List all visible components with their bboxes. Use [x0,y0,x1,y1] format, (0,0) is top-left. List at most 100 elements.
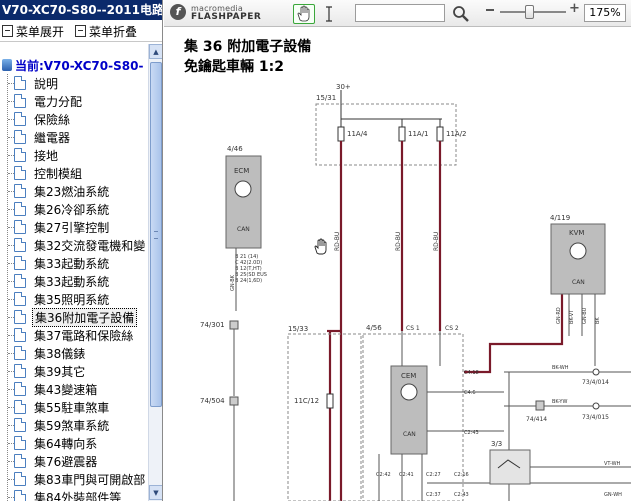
tree-item-label: 集83車門與可開啟部 [34,472,146,487]
fuse-11a4-label: 11A/4 [347,130,368,138]
tree-item-label: 接地 [34,148,59,163]
tree-root[interactable]: 当前:V70-XC70-S80- [2,56,143,74]
wiring-schematic: 30+ 15/31 11A/4 11A/1 11A/2 RD-BU RD-BU … [200,83,631,501]
tree-item[interactable]: 集37電路和保險絲 [14,326,135,344]
document-icon [14,436,26,450]
gn-wh-label: GN-WH [604,492,622,498]
tree-item[interactable]: 集23燃油系統 [14,182,111,200]
tree-item[interactable]: 集27引擎控制 [14,218,111,236]
collapse-menu-button[interactable]: 菜单折叠 [75,22,137,40]
fuse-box-outline [315,103,457,166]
device-11c12-outline [287,333,362,501]
kvm-ref-label: 4/119 [550,214,570,222]
tree-item[interactable]: 集83車門與可開啟部 [14,470,147,488]
tree-guide-line [8,497,14,498]
tree-item[interactable]: 集35照明系統 [14,290,111,308]
tree-item[interactable]: 保險絲 [14,110,72,128]
text-select-button[interactable] [321,4,337,24]
tree-item[interactable]: 集33起動系統 [14,272,111,290]
document-icon [14,112,26,126]
tree-item[interactable]: 集84外裝部件等 [14,488,123,501]
tree-item[interactable]: 集43變速箱 [14,380,99,398]
tree-guide-line [8,389,14,390]
tree-guide-line [8,425,14,426]
tree-guide-line [8,209,14,210]
tree-item[interactable]: 集36附加電子設備 [14,307,138,327]
conn-74-301-label: 74/301 [200,321,225,329]
kvm-name: KVM [569,229,584,237]
cem-name: CEM [401,372,416,380]
ref-3-3-label: 3/3 [491,440,502,448]
document-icon [14,148,26,162]
tree-guide-line [8,101,14,102]
conn-74-414 [535,400,545,411]
tree-item[interactable]: 集39其它 [14,362,87,380]
tree-item[interactable]: 集59煞車系統 [14,416,111,434]
document-icon [14,490,26,501]
tree-guide-line [8,299,14,300]
document-icon [14,364,26,378]
tree-item[interactable]: 電力分配 [14,92,84,110]
tree-item-label: 繼電器 [34,130,71,145]
cem-can-label: CAN [403,431,416,438]
ref-15-31-label: 15/31 [316,94,336,102]
tree-item[interactable]: 說明 [14,74,60,92]
zoom-slider-thumb[interactable] [524,5,534,19]
scroll-down-arrow-icon[interactable]: ▼ [149,485,162,500]
tree-item[interactable]: 集33起動系統 [14,254,111,272]
tree-toolbar: 菜单展开 菜单折叠 [0,20,162,42]
document-icon [14,130,26,144]
tree-item-label: 集27引擎控制 [34,220,110,235]
ref-4-56-label: 4/56 [366,324,382,332]
hand-tool-button[interactable] [293,4,315,24]
document-icon [14,346,26,360]
tree-item[interactable]: 集76避震器 [14,452,99,470]
tree-guide-line [8,191,14,192]
device-11c12-label: 11C/12 [294,397,319,405]
zoom-out-icon[interactable] [486,9,494,11]
tree-item-label: 控制模組 [34,166,83,181]
kvm-wire-1: GN-RD [556,307,562,324]
tree-scrollbar[interactable]: ▲ ▼ [148,44,162,501]
search-button[interactable] [451,4,471,24]
tree-item[interactable]: 集26冷卻系統 [14,200,111,218]
scrollbar-thumb[interactable] [150,62,162,407]
tree-item[interactable]: 控制模組 [14,164,84,182]
cem-pin-c2-16: C2:16 [454,472,469,478]
scroll-up-arrow-icon[interactable]: ▲ [149,44,162,59]
tree-item[interactable]: 接地 [14,146,60,164]
tree-item-label: 集33起動系統 [34,274,110,289]
tree-item-label: 說明 [34,76,59,91]
expand-menu-button[interactable]: 菜单展开 [2,22,64,40]
tree-item-label: 集37電路和保險絲 [34,328,134,343]
hand-icon [297,5,310,22]
tree-item-label: 集32交流發電機和變 [34,238,146,253]
cs1-label: CS 1 [406,325,420,332]
tree-item-label: 集39其它 [34,364,86,379]
cem-pin-c2-37: C2:37 [426,492,441,498]
tree-guide-line [8,353,14,354]
tree-item[interactable]: 集55駐車煞車 [14,398,111,416]
tree-item[interactable]: 集64轉向系 [14,434,99,452]
tree-item[interactable]: 集38儀錶 [14,344,87,362]
collapse-icon [75,25,86,37]
zoom-in-icon[interactable]: + [569,2,580,15]
document-icon [14,76,26,90]
tree-item[interactable]: 繼電器 [14,128,72,146]
tree-guide-line [8,335,14,336]
document-icon [14,274,26,288]
tree-item-label: 集43變速箱 [34,382,98,397]
tree-item[interactable]: 集32交流發電機和變 [14,236,147,254]
tree-guide-line [8,461,14,462]
zoom-level-display[interactable]: 175% [584,4,626,22]
device-11c12 [326,393,334,409]
ecm-transistor-icon [234,180,252,198]
ground-point-icon [592,368,600,376]
tree-item-label: 集33起動系統 [34,256,110,271]
search-input[interactable] [355,4,445,22]
wire1-label: RD-BU [395,232,402,251]
ref-30-label: 30+ [336,83,351,91]
vt-wh-label: VT-WH [604,461,621,467]
conn-74-504 [229,396,239,406]
expand-icon [2,25,13,37]
